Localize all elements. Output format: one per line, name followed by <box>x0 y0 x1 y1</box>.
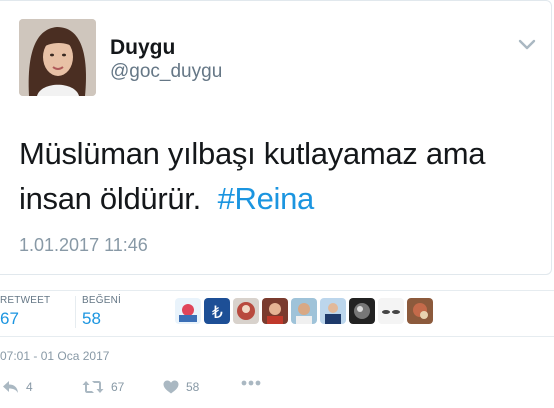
reply-button[interactable]: 4 <box>2 380 33 394</box>
avatar-image <box>19 19 96 96</box>
svg-text:₺: ₺ <box>212 303 223 323</box>
chevron-down-icon[interactable] <box>517 37 537 53</box>
retweet-stat-count[interactable]: 67 <box>0 309 19 329</box>
more-button[interactable] <box>241 380 261 386</box>
more-icon <box>241 380 261 386</box>
user-handle[interactable]: @goc_duygu <box>110 61 222 83</box>
like-button[interactable]: 58 <box>163 380 199 394</box>
liker-avatar[interactable] <box>291 298 317 324</box>
retweet-count: 67 <box>111 380 125 394</box>
reply-count: 4 <box>26 380 33 394</box>
liker-avatar[interactable] <box>262 298 288 324</box>
like-stat-label: BEĞENİ <box>82 295 121 306</box>
liker-avatar[interactable]: ₺ <box>204 298 230 324</box>
heart-icon <box>163 380 179 394</box>
liker-avatar[interactable] <box>233 298 259 324</box>
stat-separator <box>75 296 76 328</box>
stats-divider <box>0 290 554 291</box>
reply-icon <box>3 381 18 393</box>
like-stat-count[interactable]: 58 <box>82 309 101 329</box>
tweet-actions: 4 67 58 <box>0 380 554 400</box>
liker-avatar[interactable] <box>175 298 201 324</box>
liker-avatar[interactable] <box>407 298 433 324</box>
tweet-card: Duygu @goc_duygu Müslüman yılbaşı kutlay… <box>0 0 552 275</box>
liker-avatar[interactable] <box>378 298 404 324</box>
retweet-stat-label: RETWEET <box>0 295 51 306</box>
retweet-button[interactable]: 67 <box>82 380 124 394</box>
liker-avatar[interactable] <box>320 298 346 324</box>
like-count: 58 <box>186 380 200 394</box>
tweet-timestamp[interactable]: 1.01.2017 11:46 <box>19 235 148 256</box>
tweet-text: Müslüman yılbaşı kutlayamaz ama insan öl… <box>19 131 519 221</box>
liker-avatars: ₺ <box>175 298 433 324</box>
detail-timestamp: 07:01 - 01 Oca 2017 <box>0 349 110 363</box>
retweet-icon <box>82 381 104 393</box>
stats-divider-bottom <box>0 336 554 337</box>
display-name[interactable]: Duygu <box>110 36 175 60</box>
avatar[interactable] <box>19 19 96 96</box>
hashtag-link[interactable]: #Reina <box>218 181 315 216</box>
liker-avatar[interactable] <box>349 298 375 324</box>
